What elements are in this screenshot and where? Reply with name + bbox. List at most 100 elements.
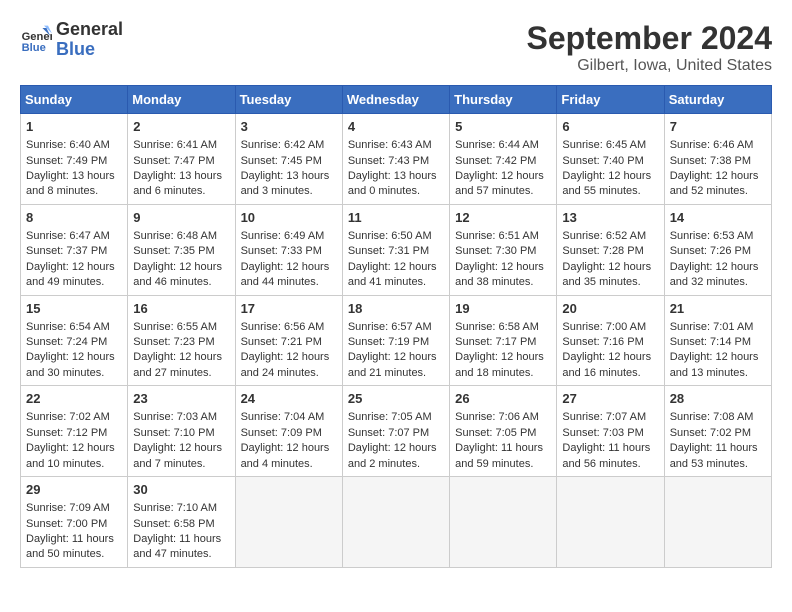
- sunrise-label: Sunrise: 6:46 AM: [670, 139, 754, 151]
- sunset-label: Sunset: 7:26 PM: [670, 245, 751, 257]
- daylight-label: Daylight: 12 hours and 32 minutes.: [670, 261, 759, 288]
- page-subtitle: Gilbert, Iowa, United States: [527, 57, 772, 75]
- day-number: 21: [670, 300, 766, 318]
- sunset-label: Sunset: 7:38 PM: [670, 155, 751, 167]
- day-cell-24: 24Sunrise: 7:04 AMSunset: 7:09 PMDayligh…: [235, 386, 342, 477]
- day-number: 1: [26, 118, 122, 136]
- daylight-label: Daylight: 12 hours and 49 minutes.: [26, 261, 115, 288]
- sunrise-label: Sunrise: 7:00 AM: [562, 321, 646, 333]
- day-cell-7: 7Sunrise: 6:46 AMSunset: 7:38 PMDaylight…: [664, 114, 771, 205]
- sunset-label: Sunset: 7:45 PM: [241, 155, 322, 167]
- week-row-1: 1Sunrise: 6:40 AMSunset: 7:49 PMDaylight…: [21, 114, 772, 205]
- sunset-label: Sunset: 7:00 PM: [26, 518, 107, 530]
- sunrise-label: Sunrise: 7:08 AM: [670, 411, 754, 423]
- daylight-label: Daylight: 12 hours and 13 minutes.: [670, 351, 759, 378]
- daylight-label: Daylight: 11 hours and 53 minutes.: [670, 442, 758, 469]
- day-number: 8: [26, 209, 122, 227]
- empty-cell: [664, 477, 771, 568]
- day-number: 20: [562, 300, 658, 318]
- sunset-label: Sunset: 7:42 PM: [455, 155, 536, 167]
- sunrise-label: Sunrise: 7:10 AM: [133, 502, 217, 514]
- sunset-label: Sunset: 7:02 PM: [670, 427, 751, 439]
- day-cell-16: 16Sunrise: 6:55 AMSunset: 7:23 PMDayligh…: [128, 295, 235, 386]
- sunrise-label: Sunrise: 6:43 AM: [348, 139, 432, 151]
- day-number: 23: [133, 390, 229, 408]
- day-number: 14: [670, 209, 766, 227]
- weekday-header-tuesday: Tuesday: [235, 86, 342, 114]
- day-number: 3: [241, 118, 337, 136]
- sunset-label: Sunset: 7:17 PM: [455, 336, 536, 348]
- day-cell-1: 1Sunrise: 6:40 AMSunset: 7:49 PMDaylight…: [21, 114, 128, 205]
- sunset-label: Sunset: 7:23 PM: [133, 336, 214, 348]
- sunset-label: Sunset: 7:21 PM: [241, 336, 322, 348]
- sunrise-label: Sunrise: 7:03 AM: [133, 411, 217, 423]
- sunrise-label: Sunrise: 6:40 AM: [26, 139, 110, 151]
- sunrise-label: Sunrise: 6:50 AM: [348, 230, 432, 242]
- day-number: 17: [241, 300, 337, 318]
- daylight-label: Daylight: 12 hours and 24 minutes.: [241, 351, 330, 378]
- sunset-label: Sunset: 7:31 PM: [348, 245, 429, 257]
- weekday-header-wednesday: Wednesday: [342, 86, 449, 114]
- sunrise-label: Sunrise: 6:52 AM: [562, 230, 646, 242]
- daylight-label: Daylight: 12 hours and 46 minutes.: [133, 261, 222, 288]
- day-number: 7: [670, 118, 766, 136]
- sunset-label: Sunset: 7:30 PM: [455, 245, 536, 257]
- day-cell-20: 20 Sunrise: 7:00 AM Sunset: 7:16 PM Dayligh…: [557, 295, 664, 386]
- day-number: 6: [562, 118, 658, 136]
- day-cell-13: 13Sunrise: 6:52 AMSunset: 7:28 PMDayligh…: [557, 204, 664, 295]
- sunset-label: Sunset: 7:05 PM: [455, 427, 536, 439]
- empty-cell: [450, 477, 557, 568]
- weekday-header-sunday: Sunday: [21, 86, 128, 114]
- page-header: General Blue General Blue September 2024…: [20, 20, 772, 75]
- daylight-label: Daylight: 12 hours and 18 minutes.: [455, 351, 544, 378]
- daylight-label: Daylight: 13 hours and 8 minutes.: [26, 170, 115, 197]
- sunset-label: Sunset: 7:16 PM: [562, 336, 643, 348]
- day-number: 29: [26, 481, 122, 499]
- daylight-label: Daylight: 12 hours and 10 minutes.: [26, 442, 115, 469]
- sunrise-label: Sunrise: 6:47 AM: [26, 230, 110, 242]
- daylight-label: Daylight: 12 hours and 44 minutes.: [241, 261, 330, 288]
- day-cell-17: 17 Sunrise: 6:56 AM Sunset: 7:21 PM Dayligh…: [235, 295, 342, 386]
- weekday-header-thursday: Thursday: [450, 86, 557, 114]
- day-number: 24: [241, 390, 337, 408]
- sunset-label: Sunset: 7:10 PM: [133, 427, 214, 439]
- day-cell-21: 21Sunrise: 7:01 AMSunset: 7:14 PMDayligh…: [664, 295, 771, 386]
- logo: General Blue General Blue: [20, 20, 123, 60]
- week-row-5: 29Sunrise: 7:09 AMSunset: 7:00 PMDayligh…: [21, 477, 772, 568]
- day-number: 11: [348, 209, 444, 227]
- day-cell-10: 10Sunrise: 6:49 AMSunset: 7:33 PMDayligh…: [235, 204, 342, 295]
- sunrise-label: Sunrise: 7:04 AM: [241, 411, 325, 423]
- day-cell-8: 8Sunrise: 6:47 AMSunset: 7:37 PMDaylight…: [21, 204, 128, 295]
- day-cell-29: 29Sunrise: 7:09 AMSunset: 7:00 PMDayligh…: [21, 477, 128, 568]
- weekday-header-row: SundayMondayTuesdayWednesdayThursdayFrid…: [21, 86, 772, 114]
- day-cell-30: 30Sunrise: 7:10 AMSunset: 6:58 PMDayligh…: [128, 477, 235, 568]
- sunrise-label: Sunrise: 7:02 AM: [26, 411, 110, 423]
- sunrise-label: Sunrise: 6:41 AM: [133, 139, 217, 151]
- sunrise-label: Sunrise: 6:56 AM: [241, 321, 325, 333]
- sunset-label: Sunset: 7:07 PM: [348, 427, 429, 439]
- sunrise-label: Sunrise: 7:05 AM: [348, 411, 432, 423]
- daylight-label: Daylight: 12 hours and 16 minutes.: [562, 351, 651, 378]
- sunset-label: Sunset: 7:12 PM: [26, 427, 107, 439]
- day-cell-22: 22Sunrise: 7:02 AMSunset: 7:12 PMDayligh…: [21, 386, 128, 477]
- day-number: 15: [26, 300, 122, 318]
- day-number: 16: [133, 300, 229, 318]
- svg-text:Blue: Blue: [22, 42, 46, 54]
- weekday-header-friday: Friday: [557, 86, 664, 114]
- day-number: 18: [348, 300, 444, 318]
- sunrise-label: Sunrise: 6:42 AM: [241, 139, 325, 151]
- sunset-label: Sunset: 7:40 PM: [562, 155, 643, 167]
- sunrise-label: Sunrise: 6:58 AM: [455, 321, 539, 333]
- daylight-label: Daylight: 11 hours and 56 minutes.: [562, 442, 650, 469]
- sunrise-label: Sunrise: 6:55 AM: [133, 321, 217, 333]
- sunrise-label: Sunrise: 6:44 AM: [455, 139, 539, 151]
- page-title: September 2024: [527, 20, 772, 57]
- day-cell-15: 15Sunrise: 6:54 AMSunset: 7:24 PMDayligh…: [21, 295, 128, 386]
- sunset-label: Sunset: 7:03 PM: [562, 427, 643, 439]
- logo-text: General Blue: [56, 20, 123, 60]
- daylight-label: Daylight: 11 hours and 59 minutes.: [455, 442, 543, 469]
- sunrise-label: Sunrise: 6:45 AM: [562, 139, 646, 151]
- daylight-label: Daylight: 13 hours and 3 minutes.: [241, 170, 330, 197]
- week-row-2: 8Sunrise: 6:47 AMSunset: 7:37 PMDaylight…: [21, 204, 772, 295]
- day-number: 19: [455, 300, 551, 318]
